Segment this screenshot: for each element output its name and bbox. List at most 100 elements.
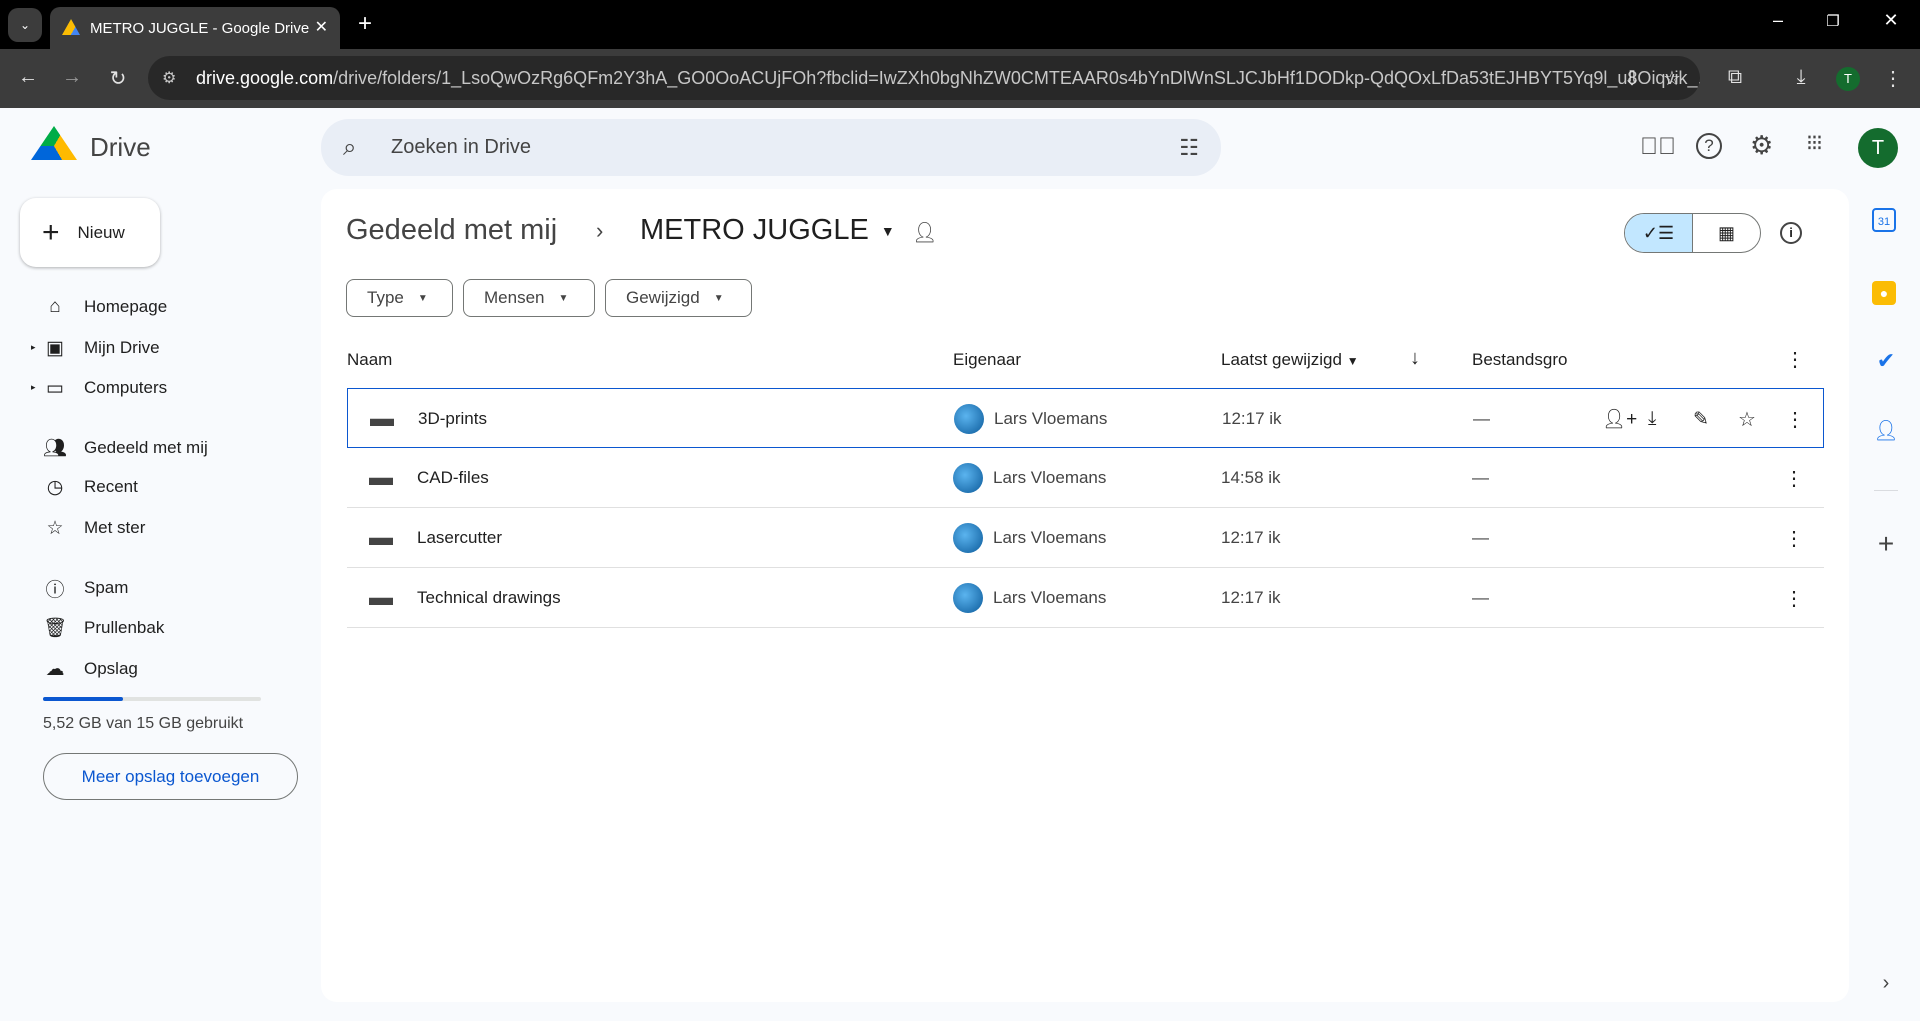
- sidebar-item-storage[interactable]: ☁ Opslag: [42, 651, 138, 687]
- owner-name: Lars Vloemans: [993, 588, 1107, 607]
- sidebar-label: Mijn Drive: [84, 338, 160, 357]
- more-actions-icon[interactable]: ⋮: [1784, 568, 1804, 628]
- file-row[interactable]: ▬ Lasercutter Lars Vloemans 12:17 ik — ⋮: [347, 508, 1824, 568]
- search-input[interactable]: ⌕ Zoeken in Drive ☷: [321, 119, 1221, 176]
- bookmark-star-icon[interactable]: ☆: [1657, 66, 1687, 91]
- filter-label: Gewijzigd: [626, 288, 700, 307]
- breadcrumb-separator-icon: ›: [596, 218, 604, 243]
- tab-search-button[interactable]: ⌄: [8, 8, 42, 42]
- expand-computers-icon[interactable]: ▸: [31, 382, 36, 393]
- sidebar-item-shared[interactable]: 👥︎ Gedeeld met mij: [42, 430, 208, 466]
- close-tab-icon[interactable]: ✕: [315, 17, 328, 37]
- get-addons-icon[interactable]: +: [1872, 528, 1900, 559]
- extensions-icon[interactable]: ⧉: [1720, 66, 1750, 89]
- add-storage-button[interactable]: Meer opslag toevoegen: [43, 753, 298, 800]
- owner-cell: Lars Vloemans: [953, 508, 1106, 568]
- download-icon[interactable]: ⤓: [1648, 389, 1656, 449]
- more-actions-icon[interactable]: ⋮: [1785, 389, 1805, 449]
- forward-icon[interactable]: →: [57, 66, 87, 89]
- caret-down-icon: ▼: [713, 292, 724, 304]
- breadcrumb-parent[interactable]: Gedeeld met mij: [346, 214, 557, 247]
- plus-icon: +: [42, 215, 60, 249]
- list-view-button[interactable]: ✓☰: [1625, 214, 1693, 252]
- owner-cell: Lars Vloemans: [953, 448, 1106, 508]
- filter-modified[interactable]: Gewijzigd ▼: [605, 279, 752, 317]
- offline-ready-icon[interactable]: ✓⃝: [1640, 133, 1676, 161]
- storage-bar: [43, 697, 261, 701]
- browser-menu-icon[interactable]: ⋮: [1878, 66, 1908, 91]
- new-button[interactable]: + Nieuw: [20, 198, 160, 267]
- owner-avatar: [953, 523, 983, 553]
- reload-icon[interactable]: ↻: [103, 66, 133, 91]
- keep-icon[interactable]: ●: [1872, 281, 1896, 305]
- sort-direction-arrow-icon[interactable]: ↓: [1410, 347, 1420, 370]
- share-icon[interactable]: 👤︎+: [1602, 389, 1637, 449]
- file-row[interactable]: ▬ 3D-prints Lars Vloemans 12:17 ik — 👤︎+…: [347, 388, 1824, 448]
- modified-cell: 12:17 ik: [1222, 409, 1282, 428]
- owner-avatar: [953, 583, 983, 613]
- column-size[interactable]: Bestandsgro: [1472, 350, 1577, 370]
- owner-name: Lars Vloemans: [994, 409, 1108, 428]
- rename-icon[interactable]: ✎: [1693, 389, 1709, 449]
- url-path: /drive/folders/1_LsoQwOzRg6QFm2Y3hA_GO0O…: [333, 67, 1700, 88]
- file-name: CAD-files: [417, 468, 489, 487]
- browser-profile-avatar[interactable]: T: [1836, 67, 1860, 91]
- account-avatar[interactable]: T: [1858, 128, 1898, 168]
- star-icon[interactable]: ☆: [1738, 389, 1756, 449]
- search-options-icon[interactable]: ☷: [1179, 135, 1199, 161]
- owner-name: Lars Vloemans: [993, 468, 1107, 487]
- star-icon: ☆: [46, 517, 64, 539]
- url-host: drive.google.com: [196, 67, 334, 88]
- settings-gear-icon[interactable]: ⚙: [1750, 130, 1773, 161]
- sidebar-item-my-drive[interactable]: ▣ Mijn Drive: [42, 330, 160, 366]
- sidebar-item-homepage[interactable]: ⌂ Homepage: [42, 289, 167, 325]
- file-row[interactable]: ▬ CAD-files Lars Vloemans 14:58 ik — ⋮: [347, 448, 1824, 508]
- sidebar-item-spam[interactable]: ⓘ Spam: [42, 570, 128, 606]
- minimize-button[interactable]: –: [1763, 10, 1793, 31]
- browser-tab-bar: ⌄ METRO JUGGLE - Google Drive ✕ + – ❐ ✕: [0, 0, 1920, 49]
- clock-icon: ◷: [46, 476, 64, 498]
- hide-side-panel-icon[interactable]: ›: [1872, 972, 1900, 1000]
- new-tab-button[interactable]: +: [350, 10, 380, 38]
- new-label: Nieuw: [77, 222, 125, 242]
- file-name: Lasercutter: [417, 528, 503, 547]
- details-info-icon[interactable]: i: [1780, 222, 1802, 244]
- apps-grid-icon[interactable]: ⁝⁝⁝: [1806, 130, 1823, 156]
- column-options-icon[interactable]: ⋮: [1785, 347, 1805, 372]
- my-drive-icon: ▣: [46, 337, 64, 359]
- modified-cell: 14:58 ik: [1221, 468, 1281, 487]
- file-row[interactable]: ▬ Technical drawings Lars Vloemans 12:17…: [347, 568, 1824, 628]
- browser-tab[interactable]: METRO JUGGLE - Google Drive ✕: [50, 7, 340, 49]
- size-cell: —: [1473, 409, 1490, 428]
- sidebar-item-computers[interactable]: ▭ Computers: [42, 370, 167, 406]
- file-name: Technical drawings: [417, 588, 561, 607]
- help-icon[interactable]: ?: [1696, 133, 1722, 159]
- calendar-icon[interactable]: 31: [1872, 208, 1896, 232]
- sidebar-item-starred[interactable]: ☆ Met ster: [42, 510, 145, 546]
- install-app-icon[interactable]: ⇩: [1617, 66, 1647, 91]
- more-actions-icon[interactable]: ⋮: [1784, 508, 1804, 568]
- column-name[interactable]: Naam: [347, 350, 392, 370]
- downloads-icon[interactable]: ⤓: [1786, 66, 1816, 89]
- restore-button[interactable]: ❐: [1818, 12, 1848, 30]
- grid-view-button[interactable]: ▦: [1693, 214, 1760, 252]
- filter-type[interactable]: Type ▼: [346, 279, 453, 317]
- sidebar-item-recent[interactable]: ◷ Recent: [42, 469, 138, 505]
- side-panel-divider: [1874, 490, 1898, 491]
- column-owner[interactable]: Eigenaar: [953, 350, 1021, 370]
- app-name: Drive: [90, 132, 151, 162]
- breadcrumb-current[interactable]: METRO JUGGLE ▼: [640, 214, 895, 247]
- back-icon[interactable]: ←: [13, 66, 43, 89]
- filter-people[interactable]: Mensen ▼: [463, 279, 595, 317]
- site-info-icon[interactable]: ⚙: [162, 68, 176, 88]
- address-bar[interactable]: ⚙ drive.google.com/drive/folders/1_LsoQw…: [148, 56, 1700, 100]
- contacts-icon[interactable]: 👤︎: [1872, 418, 1900, 446]
- view-toggle: ✓☰ ▦: [1624, 213, 1761, 253]
- sidebar-item-trash[interactable]: 🗑︎ Prullenbak: [42, 610, 164, 646]
- shared-folder-icon: ▬: [369, 584, 393, 611]
- expand-my-drive-icon[interactable]: ▸: [31, 342, 36, 353]
- close-window-button[interactable]: ✕: [1876, 10, 1906, 31]
- tasks-icon[interactable]: ✔: [1872, 348, 1900, 376]
- more-actions-icon[interactable]: ⋮: [1784, 448, 1804, 508]
- column-modified[interactable]: Laatst gewijzigd ▼: [1221, 350, 1359, 370]
